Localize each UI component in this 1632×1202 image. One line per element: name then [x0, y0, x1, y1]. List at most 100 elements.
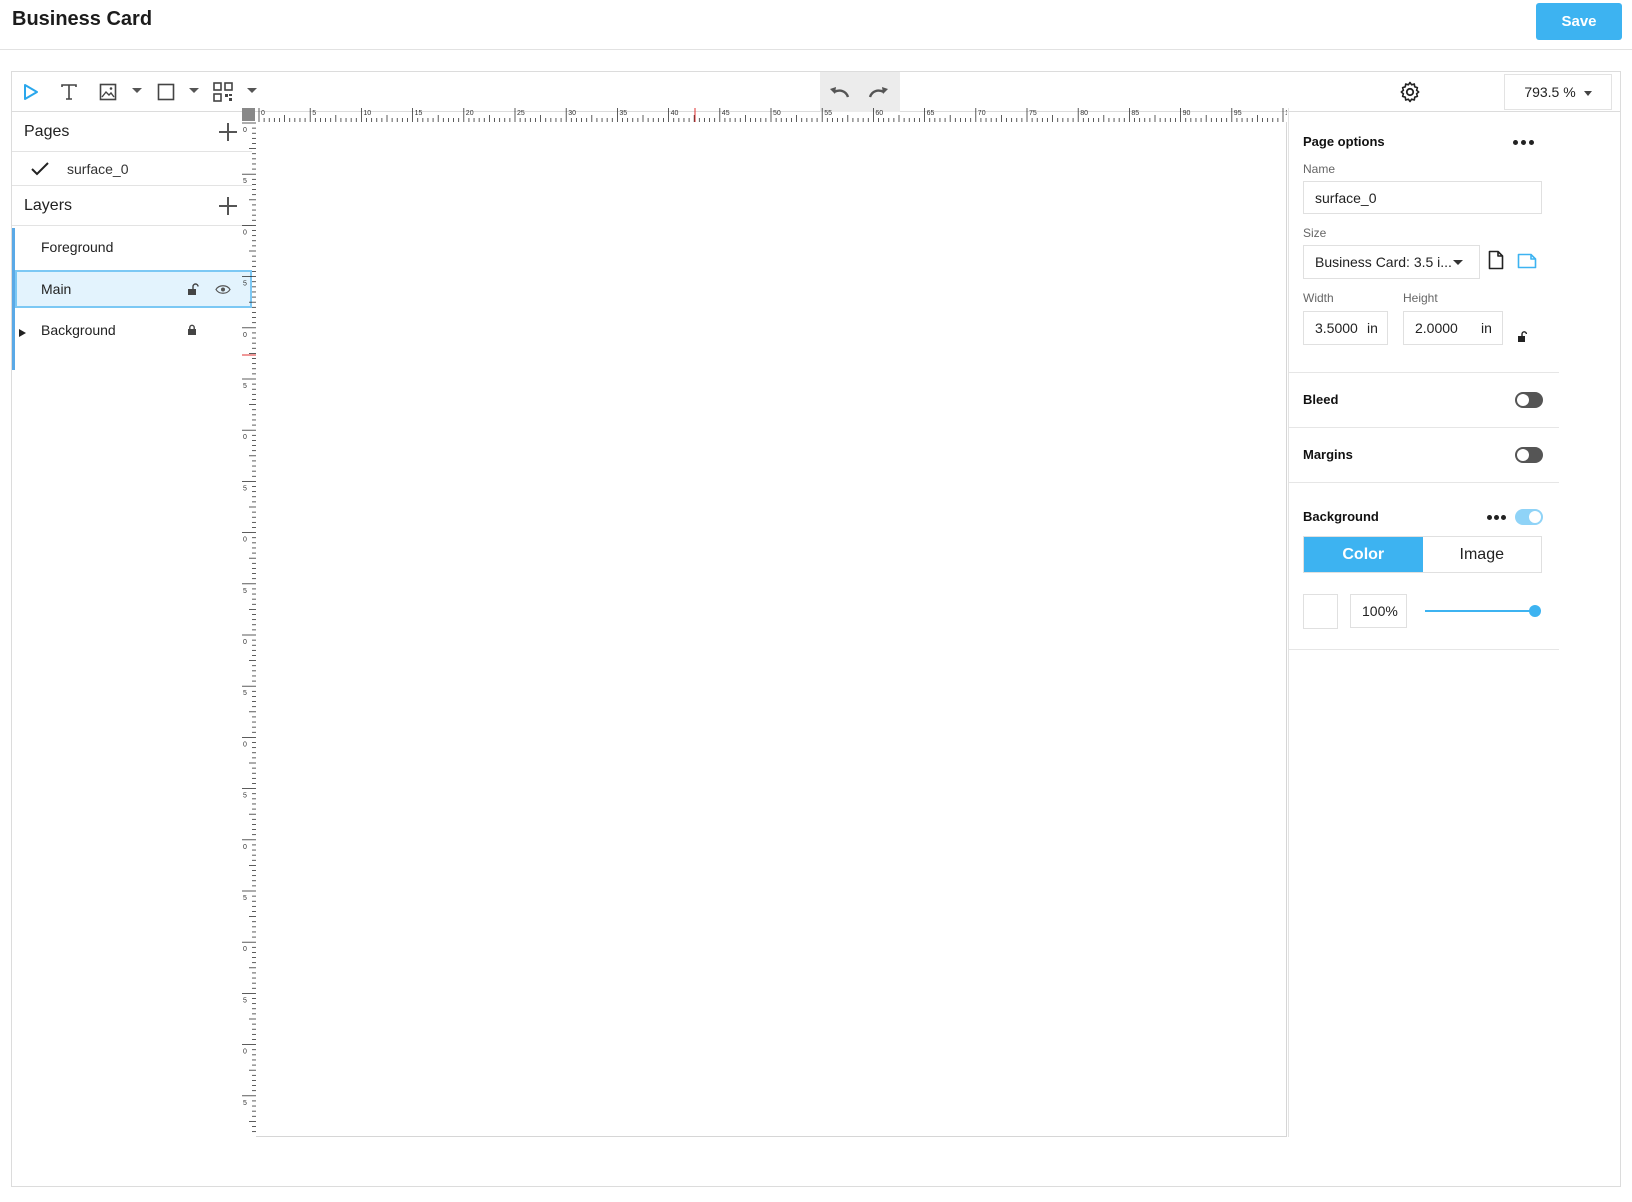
- layers-title: Layers: [24, 197, 73, 214]
- opacity-slider-track[interactable]: [1425, 610, 1535, 612]
- save-button[interactable]: Save: [1536, 3, 1622, 40]
- page-item[interactable]: surface_0: [12, 152, 252, 186]
- expand-arrow-icon[interactable]: [19, 329, 26, 337]
- qr-code-icon[interactable]: [211, 80, 235, 104]
- divider: [1289, 482, 1559, 483]
- divider: [1289, 649, 1559, 650]
- ruler-label: 0: [243, 332, 247, 339]
- add-page-icon[interactable]: [219, 123, 237, 141]
- ruler-label: 65: [927, 110, 935, 117]
- ruler-label: 5: [243, 281, 247, 288]
- bleed-toggle[interactable]: [1515, 392, 1543, 408]
- horizontal-ruler[interactable]: 0 5 10 15 20 25 30 35 40 45 50 55 60 65 70 75 80 85 90 95 1: [255, 108, 1287, 122]
- layer-label: Main: [41, 281, 72, 297]
- ruler-label: 0: [243, 639, 247, 646]
- background-toggle[interactable]: [1515, 509, 1543, 525]
- more-options-icon[interactable]: [1513, 140, 1535, 146]
- ruler-label: 5: [243, 690, 247, 697]
- vertical-ruler[interactable]: 0 5 0 5 0 5 0 5 0 5 0 5 0 5 0 5 0 5 0 5: [242, 121, 256, 1137]
- redo-icon[interactable]: [866, 80, 890, 104]
- ruler-label: 5: [243, 1100, 247, 1107]
- size-label: Size: [1303, 226, 1327, 240]
- text-icon[interactable]: [57, 80, 81, 104]
- width-input[interactable]: 3.5000 in: [1303, 311, 1388, 345]
- chevron-down-icon: [1583, 90, 1592, 96]
- design-canvas[interactable]: [256, 122, 1287, 1137]
- ruler-label: 70: [978, 110, 986, 117]
- portrait-orientation-icon[interactable]: [1488, 250, 1504, 270]
- ruler-label: 5: [243, 793, 247, 800]
- unlock-icon[interactable]: [187, 283, 199, 296]
- page-name-input[interactable]: surface_0: [1303, 181, 1542, 214]
- image-icon[interactable]: [96, 80, 120, 104]
- background-label: Background: [1303, 509, 1379, 524]
- ruler-label: 0: [243, 127, 247, 134]
- page-options-title: Page options: [1303, 134, 1385, 149]
- pages-title: Pages: [24, 123, 70, 140]
- ruler-label: 40: [671, 110, 679, 117]
- ruler-label: 30: [568, 110, 576, 117]
- tab-image[interactable]: Image: [1423, 537, 1542, 572]
- size-select[interactable]: Business Card: 3.5 i...: [1303, 245, 1480, 279]
- opacity-slider-handle[interactable]: [1529, 605, 1541, 617]
- qr-dropdown-icon[interactable]: [247, 88, 257, 93]
- ruler-label: 85: [1131, 110, 1139, 117]
- height-label: Height: [1403, 291, 1438, 305]
- aspect-lock-icon[interactable]: [1517, 331, 1529, 343]
- undo-icon[interactable]: [828, 80, 852, 104]
- opacity-input[interactable]: 100%: [1350, 594, 1407, 628]
- image-dropdown-icon[interactable]: [132, 88, 142, 93]
- ruler-label: 5: [243, 485, 247, 492]
- name-label: Name: [1303, 162, 1336, 176]
- ruler-label: 45: [722, 110, 730, 117]
- check-icon: [31, 162, 49, 176]
- ruler-label: 0: [243, 741, 247, 748]
- add-layer-icon[interactable]: [219, 197, 237, 215]
- ruler-label: 0: [243, 1049, 247, 1056]
- ruler-label: 50: [773, 110, 781, 117]
- pages-header: Pages: [12, 112, 252, 152]
- toolbar: 793.5 %: [12, 72, 1620, 112]
- shape-dropdown-icon[interactable]: [189, 88, 199, 93]
- chevron-down-icon: [1453, 260, 1463, 265]
- margins-toggle[interactable]: [1515, 447, 1543, 463]
- page-item-label: surface_0: [67, 161, 129, 177]
- ruler-label: 35: [619, 110, 627, 117]
- ruler-label: 0: [243, 844, 247, 851]
- ruler-label: 0: [243, 434, 247, 441]
- ruler-label: 90: [1183, 110, 1191, 117]
- layer-item-background[interactable]: Background: [15, 311, 252, 351]
- width-unit: in: [1367, 320, 1378, 336]
- gear-icon[interactable]: [1398, 80, 1422, 104]
- ruler-label: 5: [243, 997, 247, 1004]
- width-label: Width: [1303, 291, 1334, 305]
- page-title: Business Card: [12, 8, 153, 30]
- ruler-label: 5: [243, 178, 247, 185]
- background-options-icon[interactable]: [1487, 515, 1509, 521]
- left-panel: Pages surface_0 Layers Foreground Main B…: [12, 112, 252, 1186]
- ruler-label: 20: [466, 110, 474, 117]
- layers-header: Layers: [12, 186, 252, 226]
- background-type-tabs: Color Image: [1303, 536, 1542, 573]
- tab-color[interactable]: Color: [1304, 537, 1423, 572]
- height-value: 2.0000: [1415, 320, 1458, 336]
- zoom-select[interactable]: 793.5 %: [1504, 74, 1612, 110]
- landscape-orientation-icon[interactable]: [1517, 253, 1537, 269]
- layer-item-foreground[interactable]: Foreground: [15, 228, 252, 268]
- ruler-label: 55: [824, 110, 832, 117]
- ruler-label: 95: [1234, 110, 1242, 117]
- eye-icon[interactable]: [215, 284, 231, 295]
- select-icon[interactable]: [19, 80, 43, 104]
- app-header: Business Card Save: [0, 0, 1632, 50]
- margins-label: Margins: [1303, 447, 1353, 462]
- lock-icon[interactable]: [187, 324, 197, 336]
- ruler-label: 75: [1029, 110, 1037, 117]
- layer-item-main[interactable]: Main: [15, 270, 252, 308]
- color-swatch[interactable]: [1303, 594, 1338, 629]
- ruler-label: 60: [875, 110, 883, 117]
- rectangle-icon[interactable]: [154, 80, 178, 104]
- height-input[interactable]: 2.0000 in: [1403, 311, 1503, 345]
- ruler-label: 5: [243, 588, 247, 595]
- width-value: 3.5000: [1315, 320, 1358, 336]
- ruler-label: 0: [243, 537, 247, 544]
